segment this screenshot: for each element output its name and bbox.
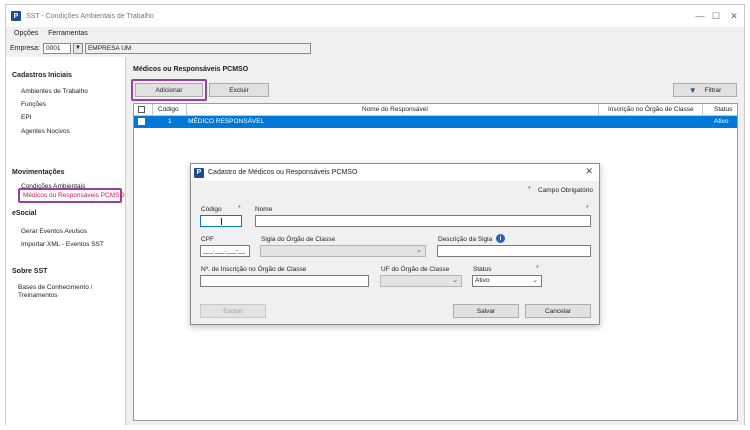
sidebar-item-medicos[interactable]: Médicos ou Responsáveis PCMSO [23,192,125,199]
page-title: Médicos ou Responsáveis PCMSO [133,66,249,73]
maximize-button[interactable]: ☐ [708,9,724,23]
delete-button[interactable]: Excluir [209,83,269,97]
sigla-label: Sigla do Órgão de Classe [261,236,336,243]
row-nome: MÉDICO RESPONSÁVEL [188,118,265,125]
app-logo-icon: P [11,11,21,21]
window-title: SST - Condições Ambientais de Trabalho [26,12,154,20]
menu-opcoes[interactable]: Opções [14,30,38,37]
menu-ferramentas[interactable]: Ferramentas [48,30,88,37]
required-note: Campo Obrigatório [538,187,593,194]
app-logo-icon: P [194,167,204,178]
sidebar-item-epi[interactable]: EPI [21,114,31,121]
save-button[interactable]: Salvar [453,304,519,318]
dialog-delete-button[interactable]: Excluir [200,304,266,318]
sidebar-item-funcoes[interactable]: Funções [21,101,46,108]
sidebar-section-sobre: Sobre SST [12,268,48,275]
column-header-codigo[interactable]: Código [158,104,179,116]
sidebar-item-importar-xml[interactable]: Importar XML - Eventos SST [21,241,104,248]
required-star: * [528,186,531,193]
filter-icon: ▼ [688,85,697,95]
column-separator [152,104,153,116]
sidebar-item-condicoes[interactable]: Condições Ambientais [21,183,85,190]
empresa-code-field[interactable]: 0001 [42,42,71,54]
chevron-down-icon: ⌄ [416,247,422,254]
sidebar-section-cadastros: Cadastros Iniciais [12,72,72,79]
minimize-button[interactable]: — [692,9,708,23]
inscricao-label: Nº. de Inscrição no Órgão de Classe [201,266,307,273]
status-select[interactable]: Ativo ⌄ [472,275,542,287]
dialog-title: Cadastro de Médicos ou Responsáveis PCMS… [208,169,358,176]
empresa-selector: Empresa: 0001 ▼ EMPRESA UM [6,41,744,55]
empresa-label: Empresa: [10,44,40,52]
dialog-title-bar: P Cadastro de Médicos ou Responsáveis PC… [191,164,599,181]
row-codigo: 1 [168,118,172,125]
sidebar-section-esocial: eSocial [12,210,37,217]
status-value: Ativo [475,277,490,284]
codigo-input[interactable] [200,215,242,227]
sidebar-item-ambientes[interactable]: Ambientes de Trabalho [21,88,88,95]
cpf-input[interactable]: ___.___.___-__ [200,245,250,257]
info-icon[interactable]: i [496,234,505,243]
triangle-down-icon: ▼ [74,45,81,51]
required-star: * [238,205,241,212]
sigla-select[interactable]: ⌄ [260,245,426,257]
status-label: Status [473,266,492,273]
cadastro-dialog: P Cadastro de Médicos ou Responsáveis PC… [190,163,600,325]
sidebar-item-treinamentos[interactable]: Treinamentos [18,292,58,299]
filter-label: Filtrar [704,86,722,94]
cancel-button[interactable]: Cancelar [525,304,591,318]
close-dialog-button[interactable]: ✕ [585,166,593,177]
sidebar-section-movimentacoes: Movimentações [12,169,65,176]
empresa-name-field: EMPRESA UM [84,42,311,54]
uf-select[interactable]: ⌄ [380,275,462,287]
row-status: Ativo [714,118,729,125]
column-separator [186,104,187,116]
column-header-inscricao[interactable]: Inscrição no Órgão de Classe [608,104,694,116]
sidebar-item-bases[interactable]: Bases de Conhecimento / [18,284,92,291]
chevron-down-icon: ⌄ [452,277,458,284]
text-caret [221,218,222,225]
nome-input[interactable] [255,215,591,227]
sidebar-item-gerar-eventos[interactable]: Gerar Eventos Avulsos [21,228,87,235]
nome-label: Nome [255,206,273,213]
codigo-label: Código [201,206,222,213]
empresa-dropdown-button[interactable]: ▼ [72,42,83,54]
close-window-button[interactable]: ✕ [726,9,742,23]
column-header-status[interactable]: Status [714,104,732,116]
cpf-label: CPF [201,236,214,243]
sidebar: Cadastros Iniciais Ambientes de Trabalho… [6,57,126,425]
descricao-input[interactable] [437,245,591,257]
column-separator [598,104,599,116]
table-row[interactable]: 1 MÉDICO RESPONSÁVEL Ativo [134,116,737,128]
row-checkbox[interactable] [138,118,145,125]
table-header: Código Nome do Responsável Inscrição no … [134,104,737,116]
select-all-checkbox[interactable] [138,106,145,113]
descricao-label: Descrição da Sigla [438,236,493,243]
column-separator [702,104,703,116]
required-star: * [536,265,539,272]
column-header-nome[interactable]: Nome do Responsável [362,104,428,116]
menu-bar: Opções Ferramentas [6,27,744,40]
add-button[interactable]: Adicionar [135,83,203,97]
uf-label: UF do Órgão de Classe [381,266,450,273]
required-star: * [586,205,589,212]
chevron-down-icon: ⌄ [532,277,538,284]
filter-button[interactable]: ▼ Filtrar [673,83,737,97]
sidebar-item-agentes[interactable]: Agentes Nocivos [21,128,70,135]
inscricao-input[interactable] [200,275,369,287]
title-bar: P SST - Condições Ambientais de Trabalho… [6,5,744,27]
